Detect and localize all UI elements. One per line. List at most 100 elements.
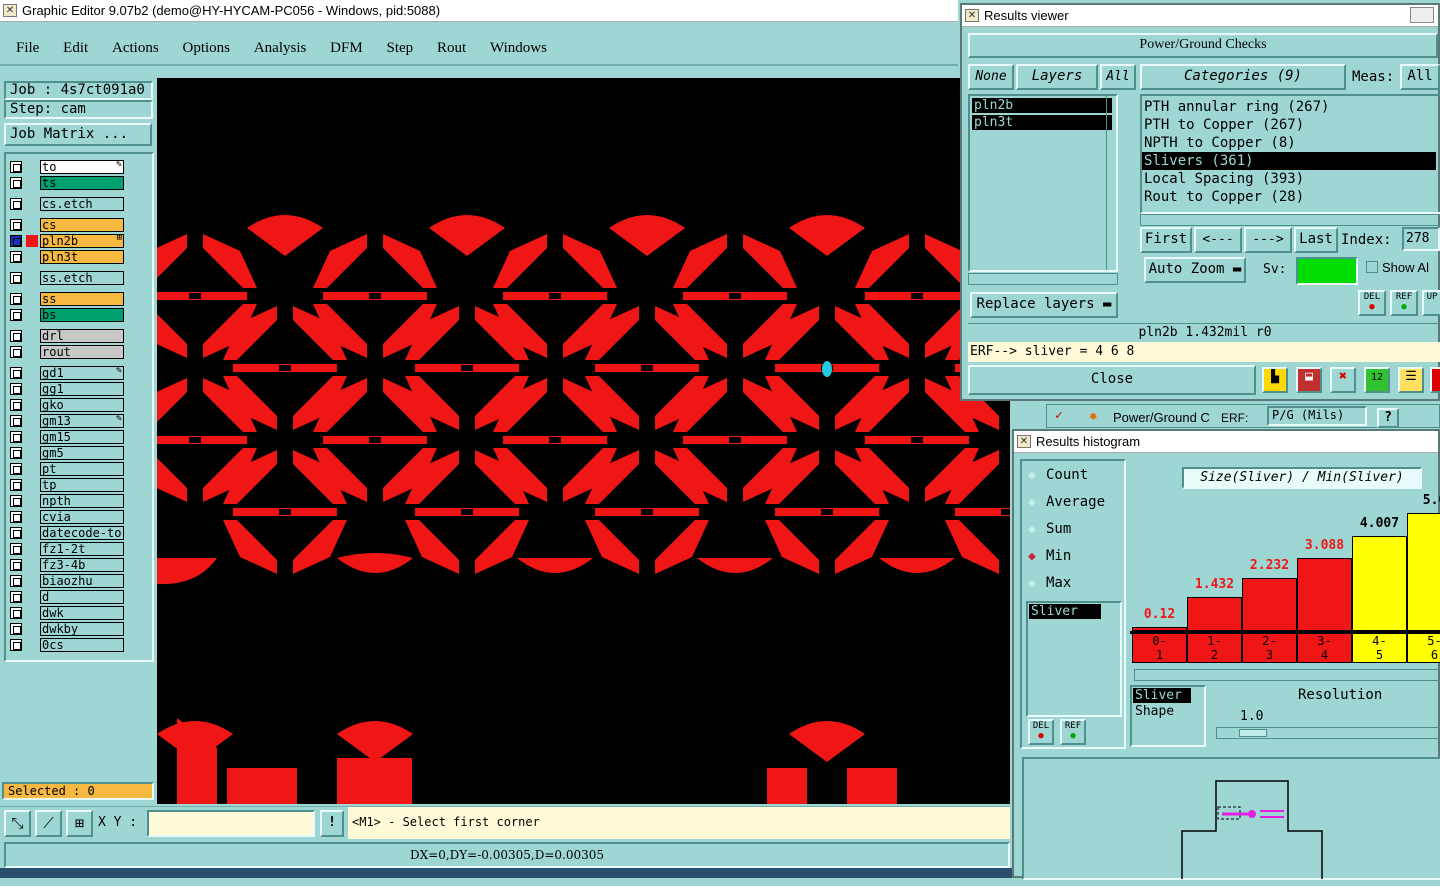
radio-diamond-icon[interactable]: ◆ <box>1028 468 1046 483</box>
layer-checkbox[interactable] <box>10 591 22 603</box>
resolution-slider[interactable] <box>1216 727 1440 739</box>
radio-diamond-icon[interactable]: ◆ <box>1028 576 1046 591</box>
layer-checkbox[interactable] <box>10 219 22 231</box>
xy-input[interactable] <box>147 810 315 837</box>
mode-option-min[interactable]: ◆ Min <box>1028 548 1071 568</box>
layer-checkbox[interactable] <box>10 447 22 459</box>
histogram-bin-cell[interactable]: 4- 5 <box>1352 633 1407 663</box>
layer-checkbox[interactable] <box>10 463 22 475</box>
histogram-bar[interactable] <box>1352 536 1407 631</box>
categories-hscroll[interactable] <box>1140 214 1440 226</box>
layer-row-7[interactable]: ss <box>8 292 124 306</box>
layer-checkbox[interactable] <box>10 198 22 210</box>
layer-row-0[interactable]: to ✎ <box>8 159 124 174</box>
mode-option-sum[interactable]: ◆ Sum <box>1028 521 1071 541</box>
zoom-window-button[interactable]: ⤡ <box>4 810 31 837</box>
layer-row-6[interactable]: ss.etch <box>8 271 124 285</box>
tool-icon-1[interactable]: ▙ <box>1262 367 1288 393</box>
category-item-1[interactable]: PTH to Copper (267) <box>1142 116 1436 134</box>
layer-checkbox[interactable] <box>10 639 22 651</box>
layer-row-12[interactable]: gg1 <box>8 382 124 396</box>
histogram-bar[interactable] <box>1297 558 1352 631</box>
show-all-checkbox[interactable] <box>1366 261 1378 273</box>
layer-row-8[interactable]: bs <box>8 308 124 322</box>
histogram-bin-cell[interactable]: 0- 1 <box>1132 633 1187 663</box>
layer-row-23[interactable]: fz3-4b <box>8 558 124 572</box>
shape-item-shape[interactable]: Shape <box>1133 704 1203 719</box>
hist-del-button[interactable]: DEL ● <box>1028 719 1054 745</box>
layer-checkbox[interactable] <box>10 367 22 379</box>
histogram-bin-cell[interactable]: 1- 2 <box>1187 633 1242 663</box>
layers-scrollbar[interactable] <box>1106 96 1116 270</box>
layer-row-17[interactable]: pt <box>8 462 124 476</box>
results-layer-pln3t[interactable]: pln3t <box>972 115 1112 130</box>
layer-row-16[interactable]: gm5 <box>8 446 124 460</box>
radio-diamond-icon[interactable]: ◆ <box>1028 495 1046 510</box>
menu-file[interactable]: File <box>16 40 39 56</box>
tool-icon-4[interactable]: 12 <box>1364 367 1390 393</box>
layer-row-19[interactable]: npth <box>8 494 124 508</box>
snap-button[interactable]: ⊞ <box>66 810 93 837</box>
layer-row-20[interactable]: cvia <box>8 510 124 524</box>
layer-checkbox[interactable] <box>10 415 22 427</box>
help-button[interactable]: ? <box>1377 408 1399 428</box>
category-item-4[interactable]: Local Spacing (393) <box>1142 170 1436 188</box>
layer-checkbox[interactable] <box>10 346 22 358</box>
layer-row-25[interactable]: d <box>8 590 124 604</box>
graphic-canvas[interactable] <box>157 78 1010 804</box>
hist-ref-button[interactable]: REF ● <box>1060 719 1086 745</box>
replace-layers-menu[interactable]: Replace layers ▬ <box>970 292 1118 318</box>
layer-row-9[interactable]: drl <box>8 329 124 343</box>
category-item-3[interactable]: Slivers (361) <box>1142 152 1436 170</box>
layer-row-15[interactable]: gm15 <box>8 430 124 444</box>
meas-all-button[interactable]: All <box>1400 64 1440 90</box>
histogram-bar[interactable] <box>1407 513 1440 631</box>
measure-item-sliver[interactable]: Sliver <box>1029 604 1101 619</box>
layer-row-11[interactable]: gd1 ✎ <box>8 365 124 380</box>
layer-checkbox[interactable] <box>10 272 22 284</box>
layer-row-4[interactable]: pln2b ⊞ <box>8 233 124 248</box>
layer-checkbox[interactable] <box>10 330 22 342</box>
rv-del-button[interactable]: DEL ● <box>1358 290 1386 316</box>
menu-edit[interactable]: Edit <box>63 40 88 56</box>
layer-checkbox[interactable] <box>10 431 22 443</box>
layer-checkbox[interactable] <box>10 527 22 539</box>
histogram-bin-cell[interactable]: 3- 4 <box>1297 633 1352 663</box>
tool-icon-2[interactable]: ⬓ <box>1296 367 1322 393</box>
tool-icon-5[interactable]: ☰ <box>1398 367 1424 393</box>
strip-item-label[interactable]: Power/Ground C <box>1113 410 1210 425</box>
layers-none-tab[interactable]: None <box>968 64 1014 90</box>
layer-row-5[interactable]: pln3t <box>8 250 124 264</box>
mode-option-count[interactable]: ◆ Count <box>1028 467 1088 487</box>
histogram-bar[interactable] <box>1187 597 1242 631</box>
layer-row-22[interactable]: fz1-2t <box>8 542 124 556</box>
close-button[interactable]: Close <box>968 365 1256 395</box>
layer-checkbox[interactable] <box>10 623 22 635</box>
layer-checkbox[interactable] <box>10 511 22 523</box>
category-item-5[interactable]: Rout to Copper (28) <box>1142 188 1436 206</box>
last-button[interactable]: Last <box>1294 227 1338 253</box>
layer-row-21[interactable]: datecode-to <box>8 526 124 540</box>
resolution-slider-thumb[interactable] <box>1239 729 1267 737</box>
prev-button[interactable]: <--- <box>1194 227 1242 253</box>
histogram-hscroll[interactable] <box>1134 669 1440 681</box>
layers-hscroll[interactable] <box>968 273 1118 285</box>
menu-rout[interactable]: Rout <box>437 40 466 56</box>
layer-row-13[interactable]: gko <box>8 398 124 412</box>
layer-checkbox[interactable] <box>10 177 22 189</box>
menu-dfm[interactable]: DFM <box>330 40 363 56</box>
minimize-button[interactable] <box>1410 7 1434 23</box>
results-layer-pln2b[interactable]: pln2b <box>972 98 1112 113</box>
rv-up-button[interactable]: UP <box>1422 290 1440 316</box>
layer-row-14[interactable]: gm13 ✎ <box>8 413 124 428</box>
rv-ref-button[interactable]: REF ● <box>1390 290 1418 316</box>
histogram-bin-cell[interactable]: 5-6 <box>1407 633 1440 663</box>
layer-checkbox[interactable] <box>10 559 22 571</box>
layer-row-26[interactable]: dwk <box>8 606 124 620</box>
tool-icon-6[interactable] <box>1430 367 1440 393</box>
layer-checkbox[interactable] <box>10 383 22 395</box>
layer-checkbox[interactable] <box>10 399 22 411</box>
menu-windows[interactable]: Windows <box>490 40 547 56</box>
category-item-2[interactable]: NPTH to Copper (8) <box>1142 134 1436 152</box>
layer-row-3[interactable]: cs <box>8 218 124 232</box>
